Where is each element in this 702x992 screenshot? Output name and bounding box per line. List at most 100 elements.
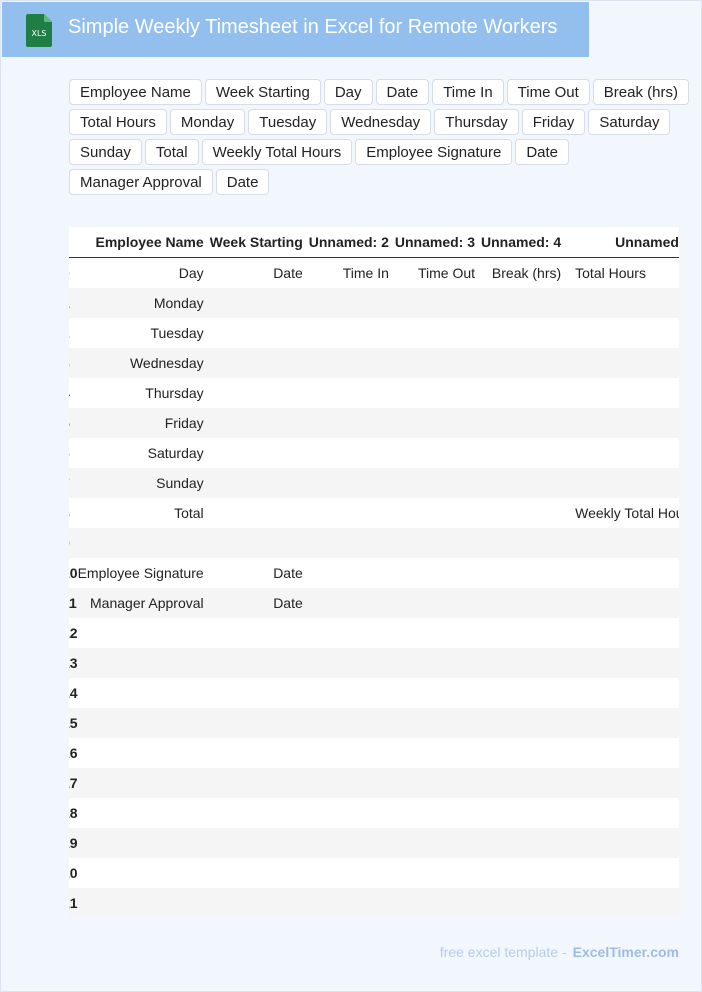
- table-cell[interactable]: [481, 738, 567, 768]
- table-cell[interactable]: [567, 708, 679, 738]
- table-cell[interactable]: [210, 738, 309, 768]
- table-cell[interactable]: [481, 798, 567, 828]
- keyword-tag[interactable]: Friday: [521, 109, 586, 135]
- table-cell[interactable]: [567, 588, 679, 618]
- table-cell[interactable]: [481, 588, 568, 618]
- table-cell[interactable]: [481, 528, 568, 558]
- table-cell[interactable]: [308, 708, 395, 738]
- table-cell[interactable]: [481, 618, 567, 648]
- table-cell[interactable]: [209, 468, 309, 498]
- table-cell[interactable]: Tuesday: [78, 318, 210, 348]
- table-cell[interactable]: [394, 588, 482, 618]
- table-cell[interactable]: [308, 588, 395, 618]
- keyword-tag[interactable]: Weekly Total Hours: [201, 139, 353, 165]
- keyword-tag[interactable]: Break (hrs): [592, 79, 689, 105]
- table-cell[interactable]: [567, 288, 679, 318]
- table-cell[interactable]: [210, 318, 309, 348]
- table-cell[interactable]: [481, 678, 567, 708]
- table-cell[interactable]: [567, 798, 679, 828]
- table-cell[interactable]: [210, 378, 309, 408]
- table-cell[interactable]: [209, 888, 309, 917]
- table-cell[interactable]: [209, 288, 309, 318]
- table-cell[interactable]: [394, 828, 482, 858]
- table-cell[interactable]: [309, 678, 395, 708]
- table-cell[interactable]: [395, 738, 481, 768]
- table-cell[interactable]: [78, 738, 210, 768]
- table-cell[interactable]: [394, 648, 482, 678]
- table-cell[interactable]: Time Out: [395, 258, 481, 289]
- table-cell[interactable]: [77, 708, 210, 738]
- keyword-tag[interactable]: Tuesday: [248, 109, 328, 135]
- table-cell[interactable]: Manager Approval: [77, 588, 210, 618]
- keyword-tag[interactable]: Employee Name: [69, 79, 202, 105]
- table-cell[interactable]: [308, 408, 395, 438]
- table-cell[interactable]: Date: [210, 258, 309, 289]
- table-cell[interactable]: Friday: [77, 408, 210, 438]
- table-cell[interactable]: [394, 768, 482, 798]
- table-cell[interactable]: [210, 618, 309, 648]
- table-cell[interactable]: [567, 528, 679, 558]
- keyword-tag[interactable]: Week Starting: [204, 79, 321, 105]
- table-cell[interactable]: [481, 768, 568, 798]
- table-cell[interactable]: [395, 858, 481, 888]
- table-cell[interactable]: [308, 348, 395, 378]
- table-cell[interactable]: [209, 408, 309, 438]
- table-cell[interactable]: [395, 798, 481, 828]
- table-cell[interactable]: [309, 318, 395, 348]
- table-cell[interactable]: [481, 378, 567, 408]
- keyword-tag[interactable]: Monday: [169, 109, 246, 135]
- table-cell[interactable]: [209, 828, 309, 858]
- table-cell[interactable]: [567, 558, 679, 588]
- table-cell[interactable]: [209, 768, 309, 798]
- table-cell[interactable]: [395, 498, 481, 528]
- table-cell[interactable]: [481, 888, 568, 917]
- table-cell[interactable]: [567, 858, 679, 888]
- table-cell[interactable]: [77, 528, 210, 558]
- table-cell[interactable]: [567, 438, 679, 468]
- keyword-tag[interactable]: Date: [215, 169, 270, 195]
- table-cell[interactable]: [78, 618, 210, 648]
- table-cell[interactable]: [567, 768, 679, 798]
- keyword-tag[interactable]: Date: [375, 79, 430, 105]
- table-cell[interactable]: [481, 438, 567, 468]
- table-cell[interactable]: [309, 798, 395, 828]
- table-cell[interactable]: [394, 528, 482, 558]
- table-cell[interactable]: [394, 348, 482, 378]
- table-cell[interactable]: [209, 708, 309, 738]
- table-cell[interactable]: Total: [78, 498, 210, 528]
- table-cell[interactable]: Total Hours: [567, 258, 679, 289]
- table-cell[interactable]: [395, 438, 481, 468]
- table-cell[interactable]: [394, 468, 482, 498]
- table-cell[interactable]: [77, 648, 210, 678]
- keyword-tag[interactable]: Time In: [432, 79, 504, 105]
- table-cell[interactable]: Date: [209, 588, 309, 618]
- table-cell[interactable]: [481, 558, 567, 588]
- table-cell[interactable]: Saturday: [78, 438, 210, 468]
- table-cell[interactable]: Weekly Total Hours: [567, 498, 679, 528]
- table-cell[interactable]: [481, 648, 568, 678]
- keyword-tag[interactable]: Day: [323, 79, 373, 105]
- table-cell[interactable]: [567, 468, 679, 498]
- table-cell[interactable]: [481, 408, 568, 438]
- table-cell[interactable]: Day: [78, 258, 210, 289]
- table-cell[interactable]: [567, 408, 679, 438]
- table-cell[interactable]: [308, 768, 395, 798]
- table-cell[interactable]: [567, 618, 679, 648]
- keyword-tag[interactable]: Date: [515, 139, 570, 165]
- table-cell[interactable]: [308, 468, 395, 498]
- table-cell[interactable]: [77, 888, 210, 917]
- table-cell[interactable]: [394, 288, 482, 318]
- table-cell[interactable]: [567, 348, 679, 378]
- table-cell[interactable]: Thursday: [78, 378, 210, 408]
- table-cell[interactable]: [481, 348, 568, 378]
- table-cell[interactable]: Monday: [77, 288, 210, 318]
- table-cell[interactable]: [309, 378, 395, 408]
- table-cell[interactable]: [210, 798, 309, 828]
- table-cell[interactable]: Time In: [309, 258, 395, 289]
- keyword-tag[interactable]: Sunday: [69, 139, 142, 165]
- table-cell[interactable]: [395, 618, 481, 648]
- table-cell[interactable]: [77, 828, 210, 858]
- table-cell[interactable]: [309, 618, 395, 648]
- keyword-tag[interactable]: Time Out: [506, 79, 590, 105]
- table-cell[interactable]: [394, 408, 482, 438]
